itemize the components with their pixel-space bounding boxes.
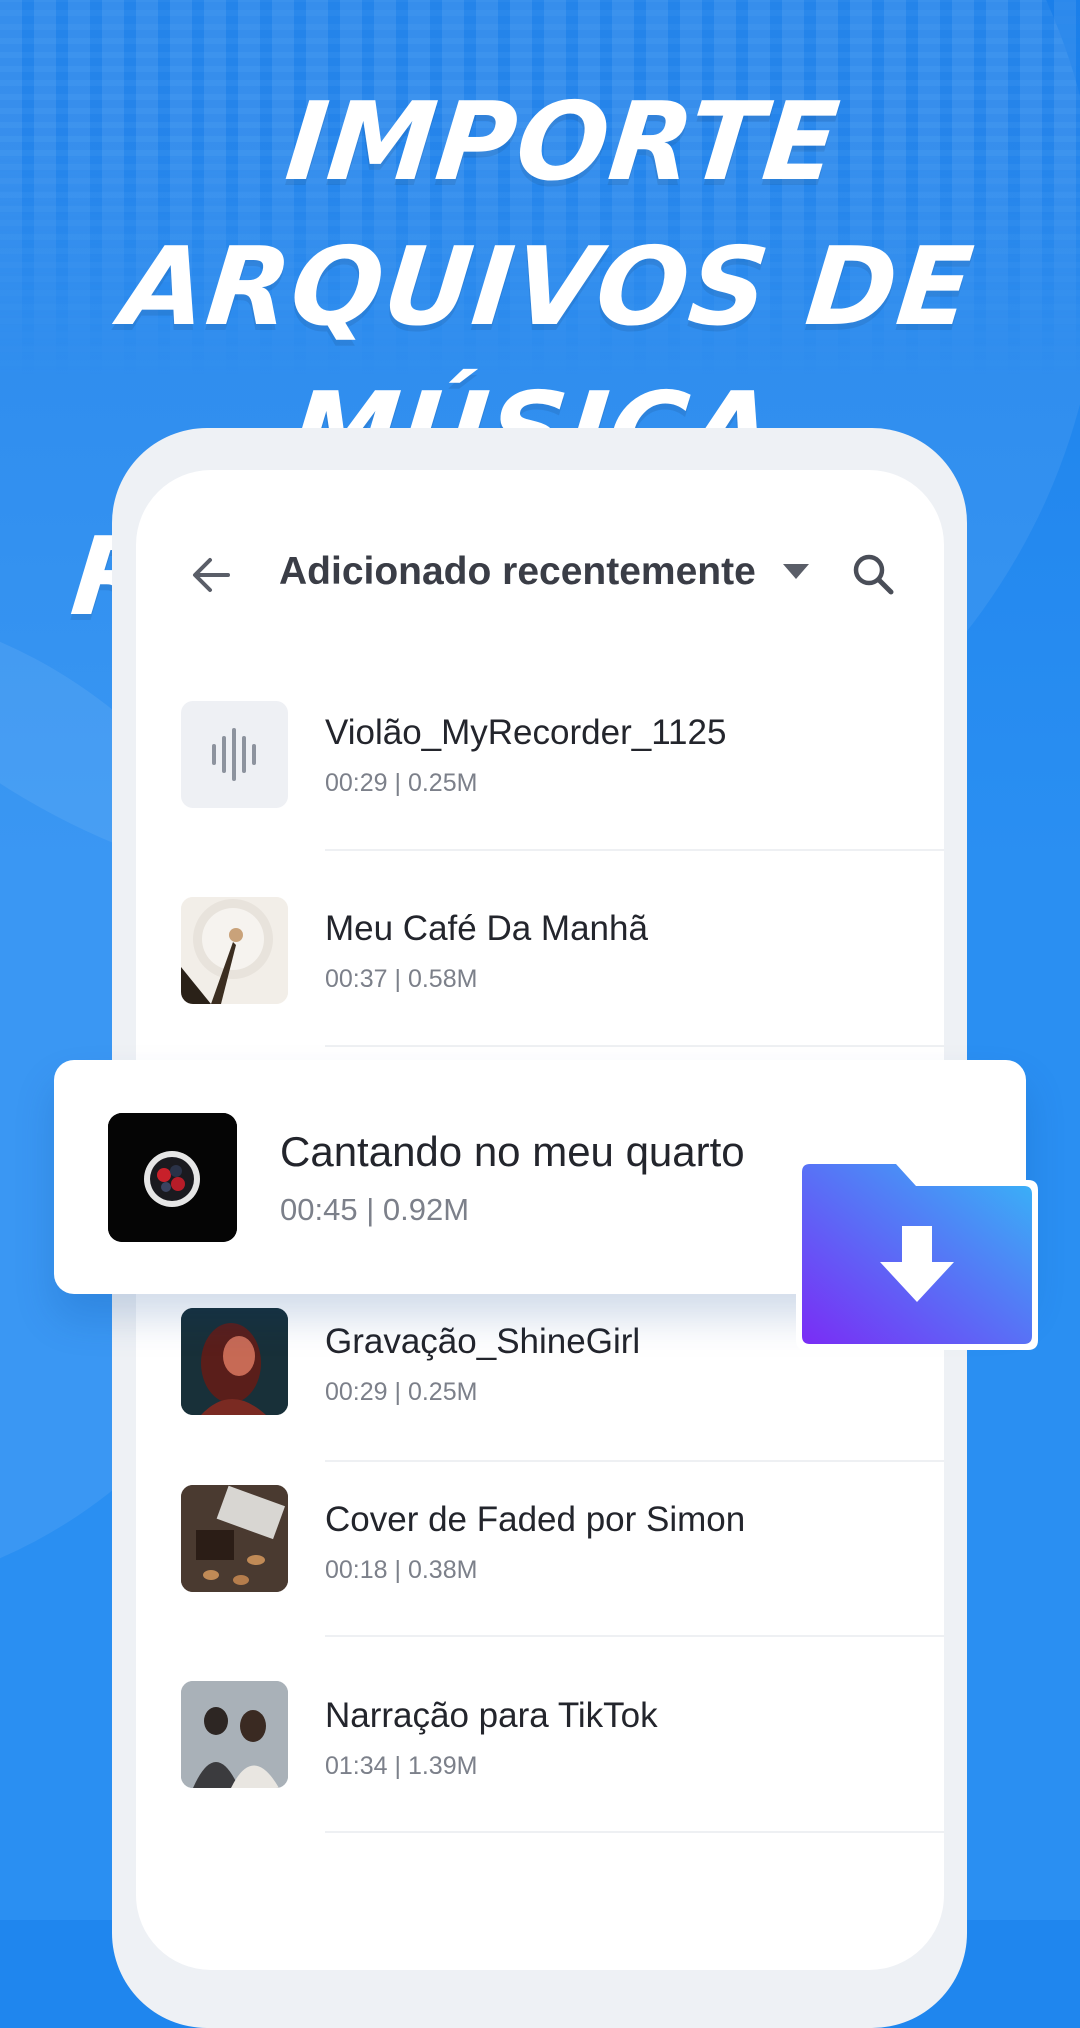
list-item[interactable]: Violão_MyRecorder_1125 00:29 | 0.25M xyxy=(136,665,944,851)
item-name: Cover de Faded por Simon xyxy=(325,1500,746,1539)
divider xyxy=(325,849,944,851)
folder-download-icon[interactable] xyxy=(788,1150,1043,1360)
divider xyxy=(325,1635,944,1637)
item-meta: 00:29 | 0.25M xyxy=(325,769,478,797)
item-meta: 00:18 | 0.38M xyxy=(325,1556,478,1584)
highlight-meta: 00:45 | 0.92M xyxy=(280,1192,470,1227)
waveform-icon xyxy=(181,701,288,808)
caret-down-icon[interactable] xyxy=(781,562,811,582)
girl-photo xyxy=(181,1308,288,1415)
item-meta: 00:37 | 0.58M xyxy=(325,965,478,993)
arrow-left-icon[interactable] xyxy=(188,552,234,598)
headline-line-1: IMPORTE ARQUIVOS DE xyxy=(116,80,980,350)
divider xyxy=(325,1045,944,1047)
list-item[interactable]: Narração para TikTok 01:34 | 1.39M xyxy=(136,1656,944,1833)
top-bar: Adicionado recentemente xyxy=(136,540,944,610)
item-name: Meu Café Da Manhã xyxy=(325,909,648,948)
item-name: Violão_MyRecorder_1125 xyxy=(325,713,727,752)
item-name: Gravação_ShineGirl xyxy=(325,1322,641,1361)
search-icon[interactable] xyxy=(849,550,897,598)
brownie-photo xyxy=(181,1485,288,1592)
divider xyxy=(325,1831,944,1833)
list-item[interactable]: Meu Café Da Manhã 00:37 | 0.58M xyxy=(136,861,944,1047)
people-photo xyxy=(181,1681,288,1788)
berries-bowl-photo xyxy=(108,1113,237,1242)
page-title[interactable]: Adicionado recentemente xyxy=(279,550,756,594)
list-item[interactable]: Cover de Faded por Simon 00:18 | 0.38M xyxy=(136,1460,944,1637)
item-meta: 01:34 | 1.39M xyxy=(325,1752,478,1780)
item-name: Narração para TikTok xyxy=(325,1696,658,1735)
item-meta: 00:29 | 0.25M xyxy=(325,1378,478,1406)
coffee-photo xyxy=(181,897,288,1004)
highlight-name: Cantando no meu quarto xyxy=(280,1128,745,1175)
